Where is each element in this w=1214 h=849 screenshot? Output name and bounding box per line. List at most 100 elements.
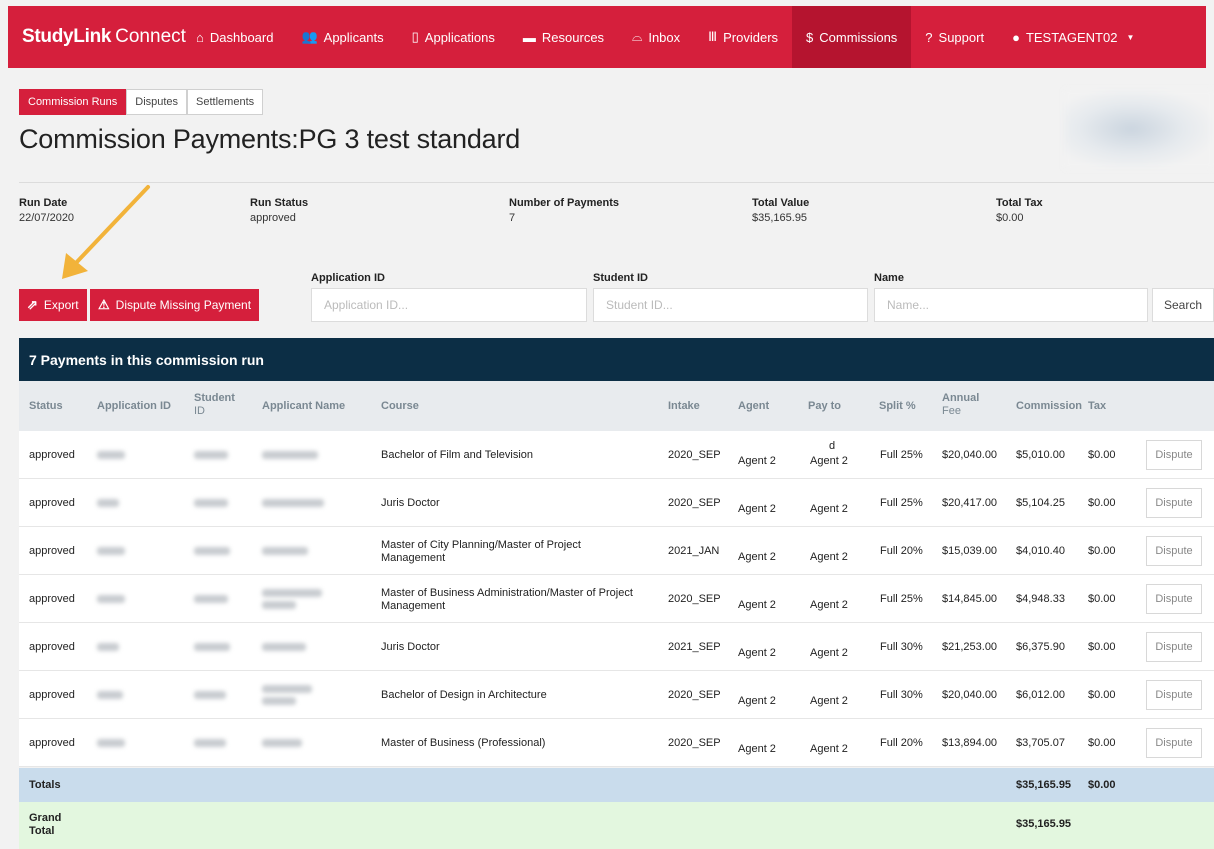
col-annual-fee: Annual Fee <box>942 392 979 418</box>
dispute-button[interactable]: Dispute <box>1146 488 1202 518</box>
cell-tax: $0.00 <box>1088 449 1116 461</box>
col-annual-fee-line1: Annual <box>942 392 980 404</box>
student-id-input[interactable] <box>593 288 868 322</box>
cell-commission: $6,012.00 <box>1016 689 1065 701</box>
table-row: approved Bachelor of Design in Architectu… <box>19 671 1214 719</box>
col-student-id: Student ID <box>194 392 235 418</box>
export-button[interactable]: ⇗ Export <box>19 289 87 321</box>
cell-split: Full 25% <box>880 449 923 461</box>
tab-disputes[interactable]: Disputes <box>126 89 188 115</box>
cell-status: approved <box>29 497 75 509</box>
brand-logo[interactable]: StudyLink Connect <box>8 26 186 48</box>
institution-icon: Ⅲ <box>708 29 718 44</box>
tab-commission-runs[interactable]: Commission Runs <box>19 89 127 115</box>
top-navbar: StudyLink Connect ⌂ Dashboard 👥 Applicants… <box>8 6 1206 68</box>
cell-status: approved <box>29 689 75 701</box>
blurred-applicant-name <box>262 601 296 609</box>
users-icon: 👥 <box>301 29 318 44</box>
dispute-button[interactable]: Dispute <box>1146 536 1202 566</box>
cell-intake: 2021_JAN <box>668 545 720 557</box>
stat-value: $0.00 <box>996 212 1024 224</box>
col-intake: Intake <box>668 400 700 412</box>
stat-value: $35,165.95 <box>752 212 808 224</box>
nav-user-menu[interactable]: ● TESTAGENT02 ▼ <box>998 6 1148 68</box>
table-row: approved Master of City Planning/Master o… <box>19 527 1214 575</box>
cell-course: Master of City Planning/Master of Projec… <box>381 539 581 551</box>
blurred-application-id <box>97 499 119 507</box>
cell-intake: 2020_SEP <box>668 449 721 461</box>
stat-number-of-payments: Number of Payments 7 <box>509 197 619 224</box>
cell-agent: Agent 2 <box>738 503 776 515</box>
nav-label: Resources <box>541 29 605 45</box>
nav-label: Dashboard <box>209 29 274 45</box>
search-button[interactable]: Search <box>1152 288 1214 322</box>
cell-commission: $6,375.90 <box>1016 641 1065 653</box>
cell-annual-fee: $20,417.00 <box>942 497 998 509</box>
nav-resources[interactable]: ▬ Resources <box>509 6 618 68</box>
cell-commission: $3,705.07 <box>1016 737 1065 749</box>
table-row: approved Master of Business Administratio… <box>19 575 1214 623</box>
cell-status: approved <box>29 545 75 557</box>
run-summary: Run Date 22/07/2020 Run Status approved … <box>19 197 1214 233</box>
blurred-applicant-name <box>262 697 296 705</box>
dispute-button[interactable]: Dispute <box>1146 680 1202 710</box>
cell-course: Bachelor of Design in Architecture <box>381 689 547 701</box>
grand-total-commission: $35,165.95 <box>1016 818 1072 830</box>
nav-commissions[interactable]: $ Commissions <box>792 6 912 68</box>
dispute-button[interactable]: Dispute <box>1146 584 1202 614</box>
folder-icon: ▬ <box>522 29 536 45</box>
nav-label: TESTAGENT02 <box>1025 29 1118 45</box>
name-input[interactable] <box>874 288 1148 322</box>
cell-tax: $0.00 <box>1088 593 1116 605</box>
stat-total-value: Total Value $35,165.95 <box>752 197 809 224</box>
stat-label: Total Value <box>752 197 810 209</box>
cell-course: Juris Doctor <box>381 641 440 653</box>
blurred-application-id <box>97 643 119 651</box>
cell-commission: $5,104.25 <box>1016 497 1065 509</box>
blurred-applicant-name <box>262 643 306 651</box>
nav-applicants[interactable]: 👥 Applicants <box>287 6 397 68</box>
divider <box>19 182 1214 183</box>
cell-tax: $0.00 <box>1088 689 1116 701</box>
totals-commission: $35,165.95 <box>1016 779 1072 791</box>
col-agent: Agent <box>738 400 770 412</box>
nav-inbox[interactable]: ⌓ Inbox <box>618 6 694 68</box>
nav-applications[interactable]: ▯ Applications <box>398 6 509 68</box>
cell-agent: Agent 2 <box>738 647 776 659</box>
col-student-id-line1: Student <box>194 392 235 404</box>
dispute-button[interactable]: Dispute <box>1146 632 1202 662</box>
cell-split: Full 20% <box>880 545 923 557</box>
grand-total-label: Grand Total <box>29 812 61 838</box>
stat-value: approved <box>250 212 296 224</box>
blurred-applicant-name <box>262 739 302 747</box>
totals-label: Totals <box>29 779 61 791</box>
cell-intake: 2021_SEP <box>668 641 721 653</box>
cell-intake: 2020_SEP <box>668 593 721 605</box>
file-icon: ▯ <box>411 29 419 44</box>
cell-commission: $5,010.00 <box>1016 449 1065 461</box>
blurred-student-id <box>194 691 226 699</box>
cell-split: Full 30% <box>880 641 923 653</box>
stat-label: Run Status <box>250 197 309 209</box>
cell-annual-fee: $20,040.00 <box>942 449 998 461</box>
stat-run-status: Run Status approved <box>250 197 308 224</box>
cell-course: Bachelor of Film and Television <box>381 449 534 461</box>
nav-support[interactable]: ? Support <box>911 6 998 68</box>
application-id-input[interactable] <box>311 288 587 322</box>
cell-commission: $4,010.40 <box>1016 545 1065 557</box>
dispute-missing-payment-button[interactable]: ⚠ Dispute Missing Payment <box>90 289 260 321</box>
dispute-missing-label: Dispute Missing Payment <box>115 298 252 312</box>
dispute-button[interactable]: Dispute <box>1146 728 1202 758</box>
user-icon: ● <box>1012 29 1020 45</box>
cell-status: approved <box>29 737 75 749</box>
nav-providers[interactable]: Ⅲ Providers <box>694 6 792 68</box>
dispute-button[interactable]: Dispute <box>1146 440 1202 470</box>
grand-total-label-line1: Grand <box>29 812 62 824</box>
stat-value: 7 <box>509 212 516 224</box>
grand-total-label-line2: Total <box>29 825 55 837</box>
tab-settlements[interactable]: Settlements <box>187 89 264 115</box>
nav-dashboard[interactable]: ⌂ Dashboard <box>182 6 287 68</box>
cell-tax: $0.00 <box>1088 641 1116 653</box>
question-icon: ? <box>925 29 933 45</box>
blurred-applicant-name <box>262 499 324 507</box>
